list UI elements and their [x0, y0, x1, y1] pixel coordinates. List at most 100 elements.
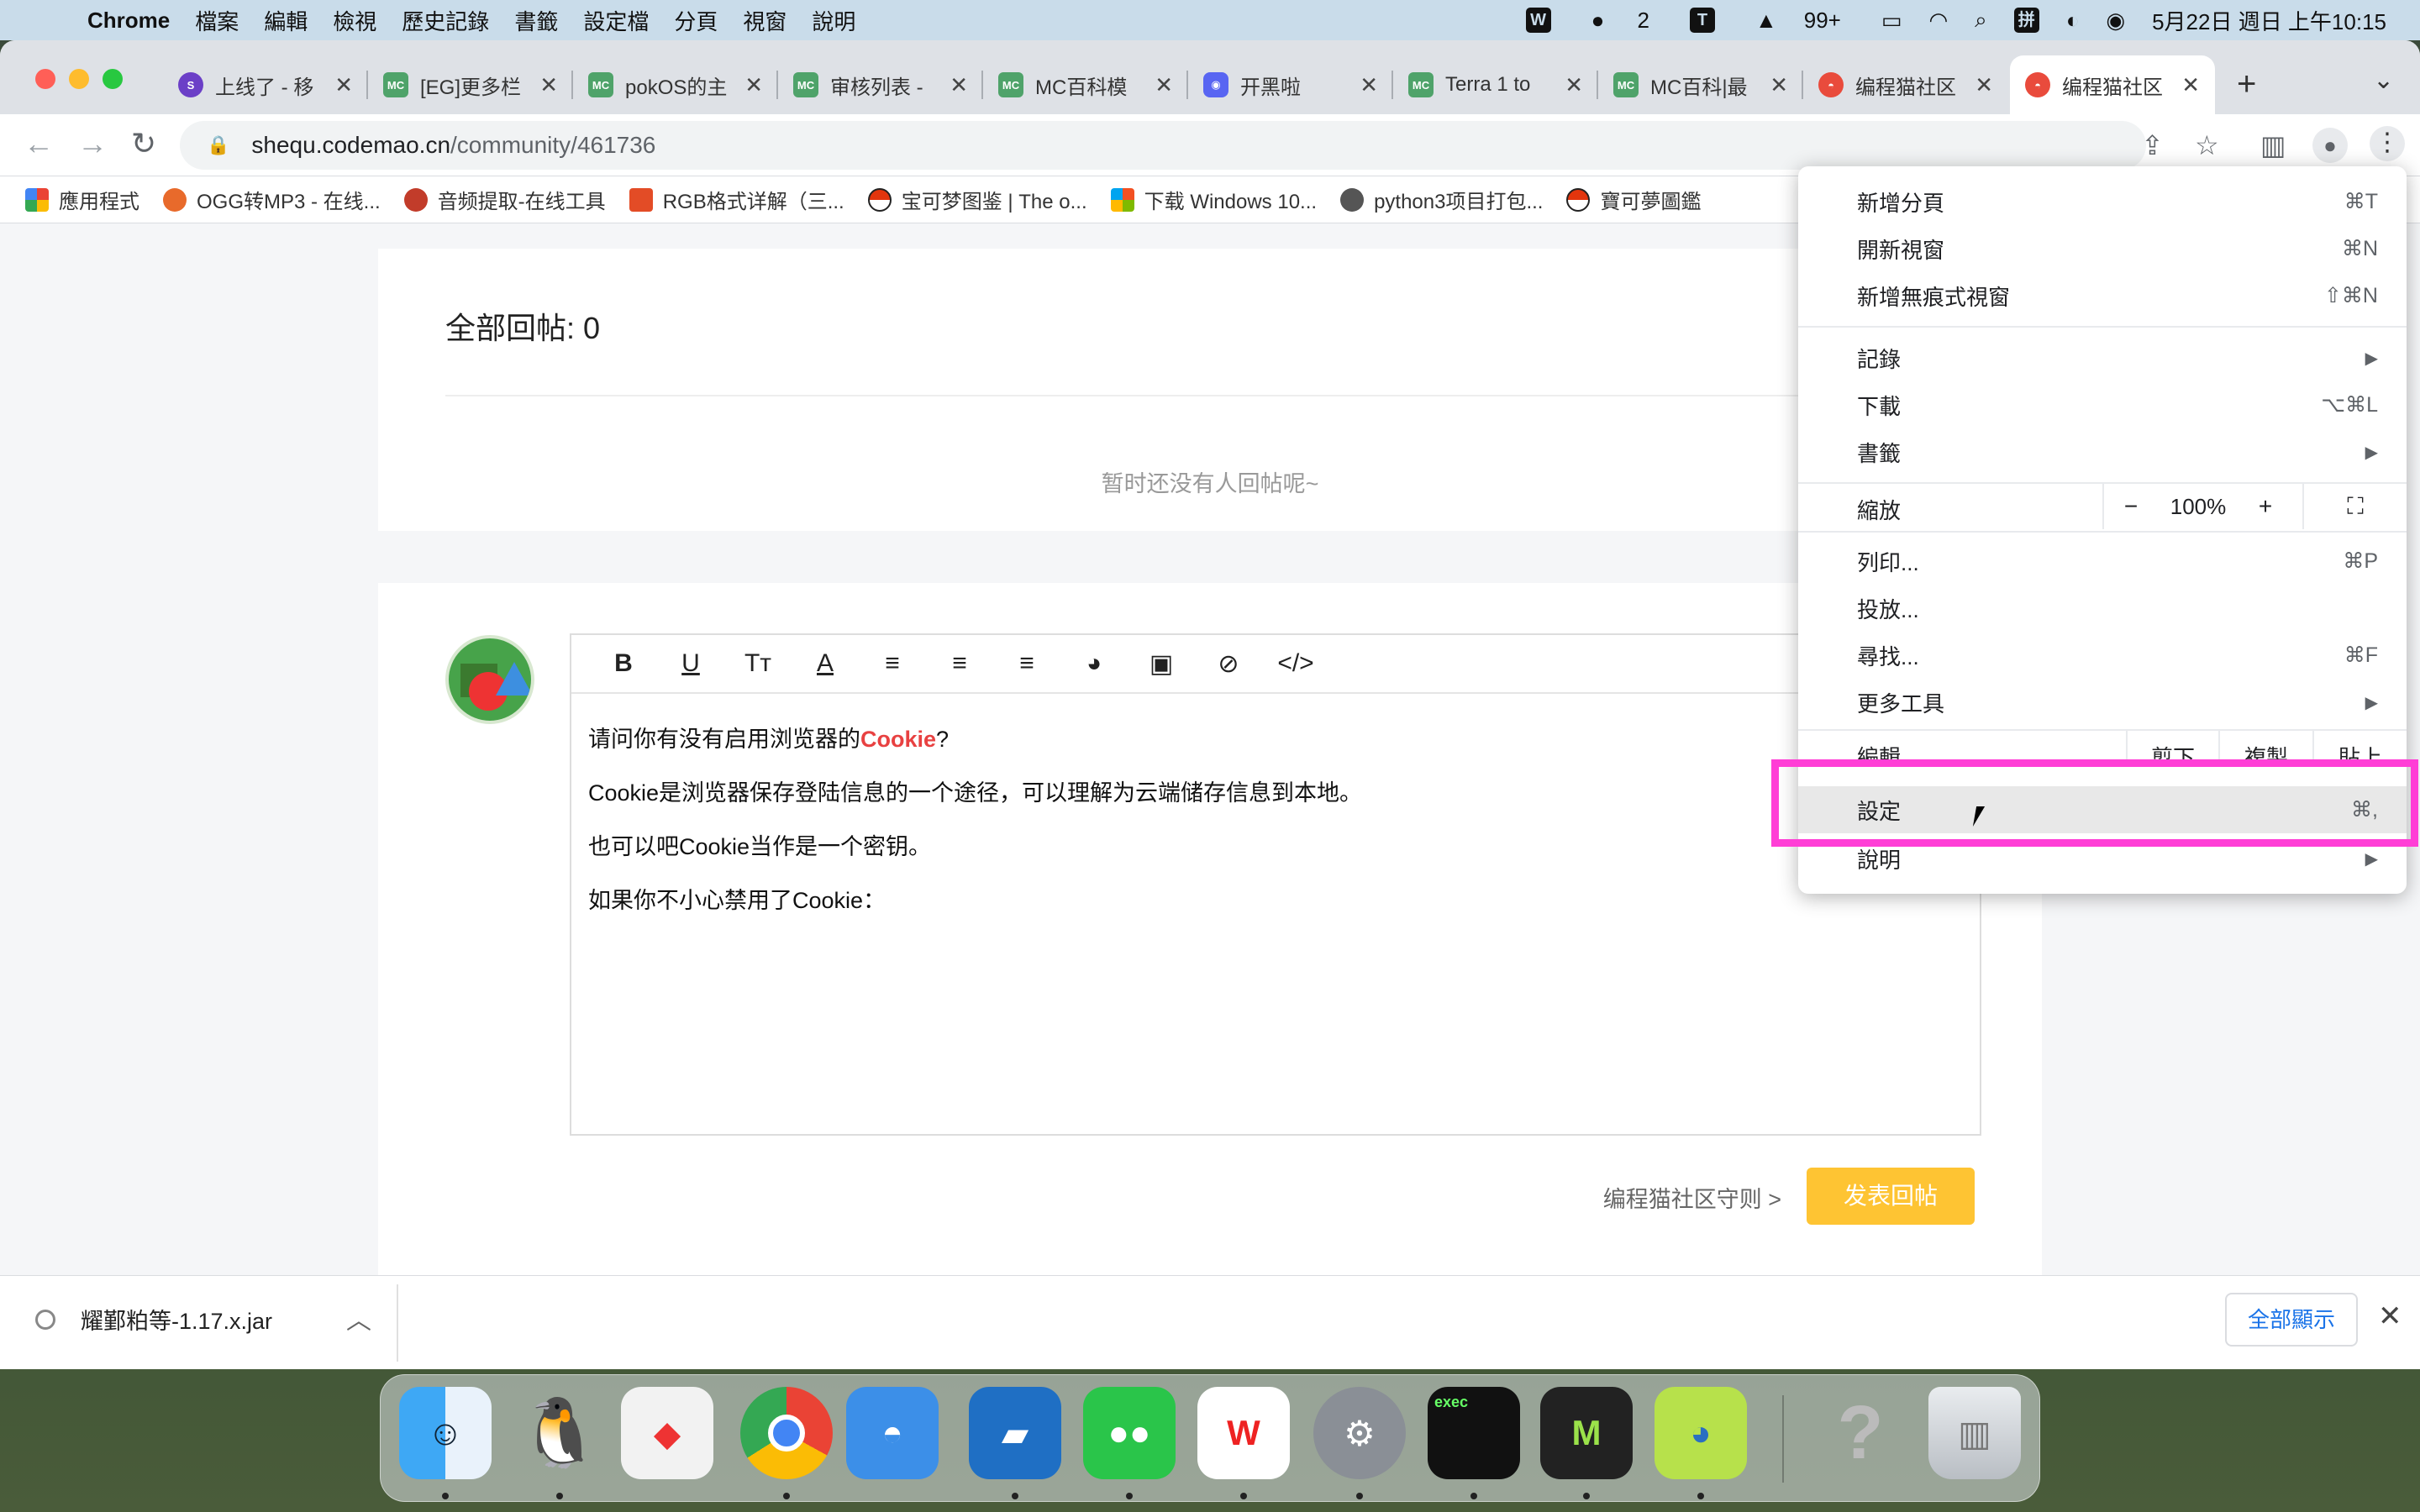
tab-close-icon[interactable]: ✕	[744, 72, 763, 98]
tab-close-icon[interactable]: ✕	[1565, 72, 1583, 98]
bookmark-item[interactable]: 應用程式	[25, 185, 139, 214]
menu-find[interactable]: 尋找... ⌘F	[1798, 632, 2407, 679]
forward-arrow-icon[interactable]: →	[77, 126, 108, 161]
window-minimize-button[interactable]	[69, 69, 89, 89]
tab-close-icon[interactable]: ✕	[334, 72, 353, 98]
tab[interactable]: MC Terra 1 to ✕	[1393, 55, 1598, 114]
siri-icon[interactable]: ◉	[2106, 8, 2125, 34]
wechat-app-icon[interactable]: ●●	[1083, 1387, 1176, 1479]
download-item[interactable]: 耀鄞粕等-1.17.x.jar	[35, 1303, 272, 1336]
menu-edit[interactable]: 編輯	[264, 5, 308, 36]
bookmark-item[interactable]: python3项目打包...	[1340, 185, 1543, 214]
question-mark-icon[interactable]: ?	[1814, 1387, 1907, 1479]
bookmark-item[interactable]: OGG转MP3 - 在线...	[163, 185, 381, 214]
align-right-icon[interactable]: ≡	[993, 649, 1060, 678]
menu-print[interactable]: 列印... ⌘P	[1798, 538, 2407, 585]
tab-close-icon[interactable]: ✕	[1975, 72, 1993, 98]
menu-new-incognito[interactable]: 新增無痕式視窗 ⇧⌘N	[1798, 272, 2407, 319]
share-icon[interactable]: ⇪	[2141, 129, 2164, 161]
testflight-like-icon[interactable]: ▰	[969, 1387, 1061, 1479]
wps-app-icon[interactable]: W	[1197, 1387, 1290, 1479]
address-bar[interactable]: 🔒 shequ.codemao.cn/community/461736	[180, 121, 2146, 170]
align-left-icon[interactable]: ≡	[859, 649, 926, 678]
menu-history[interactable]: 記錄 ▶	[1798, 334, 2407, 381]
battery-icon[interactable]: ▭	[1881, 8, 1902, 34]
editor-content[interactable]: 请问你有没有启用浏览器的Cookie? Cookie是浏览器保存登陆信息的一个途…	[571, 694, 1980, 946]
bookmark-item[interactable]: 寶可夢圖鑑	[1566, 185, 1701, 214]
menu-profiles[interactable]: 設定檔	[583, 5, 649, 36]
menu-cast[interactable]: 投放...	[1798, 585, 2407, 632]
fullscreen-icon[interactable]: ⛶	[2302, 484, 2407, 529]
typora-icon[interactable]: T	[1690, 8, 1716, 33]
tab-close-icon[interactable]: ✕	[950, 72, 968, 98]
chevron-up-icon[interactable]: ︿	[346, 1299, 371, 1336]
qq-app-icon[interactable]: 🐧	[513, 1387, 606, 1479]
user-avatar[interactable]	[445, 635, 534, 724]
bookmark-star-icon[interactable]: ☆	[2195, 129, 2219, 161]
spotlight-search-icon[interactable]: ⌕	[1975, 7, 1987, 34]
zoom-out-button[interactable]: −	[2104, 493, 2158, 520]
codemao-kitten-icon[interactable]: ◕	[1655, 1387, 1747, 1479]
underline-icon[interactable]: U	[657, 649, 724, 678]
tab-close-icon[interactable]: ✕	[1360, 72, 1378, 98]
zoom-in-button[interactable]: +	[2238, 493, 2292, 520]
tab-close-icon[interactable]: ✕	[2181, 72, 2200, 98]
system-preferences-gear-icon[interactable]: ⚙	[1313, 1387, 1406, 1479]
bookmark-item[interactable]: 音频提取-在线工具	[403, 185, 606, 214]
new-tab-plus-icon[interactable]: +	[2237, 66, 2256, 103]
tab-active[interactable]: ◓ 编程猫社区 ✕	[2010, 55, 2215, 114]
menu-bookmarks[interactable]: 書籤 ▶	[1798, 428, 2407, 475]
show-all-downloads-button[interactable]: 全部顯示	[2225, 1293, 2358, 1347]
side-panel-icon[interactable]: ▥	[2260, 129, 2286, 161]
java-duke-icon[interactable]: ◆	[621, 1387, 713, 1479]
bold-icon[interactable]: B	[590, 649, 657, 678]
wps-icon[interactable]: W	[1525, 8, 1551, 33]
wifi-icon[interactable]: ◠	[1928, 8, 1948, 34]
code-icon[interactable]: </>	[1262, 649, 1329, 678]
menu-window[interactable]: 視窗	[743, 5, 786, 36]
mcreator-icon[interactable]: M	[1540, 1387, 1633, 1479]
image-icon[interactable]: ▣	[1128, 649, 1195, 679]
menu-new-window[interactable]: 開新視窗 ⌘N	[1798, 225, 2407, 272]
tab-close-icon[interactable]: ✕	[539, 72, 558, 98]
emoji-cat-icon[interactable]: ◕	[1060, 649, 1128, 678]
menu-app-chrome[interactable]: Chrome	[87, 8, 170, 34]
menu-help[interactable]: 說明	[812, 5, 855, 36]
tab[interactable]: MC MC百科模 ✕	[983, 55, 1188, 114]
font-color-icon[interactable]: A	[792, 649, 859, 678]
reload-icon[interactable]: ↻	[131, 126, 156, 161]
copy-button[interactable]: 複製	[2218, 731, 2312, 763]
window-zoom-button[interactable]	[103, 69, 123, 89]
community-rules-link[interactable]: 编程猫社区守则 >	[1603, 1181, 1781, 1214]
input-method-icon[interactable]: 拼	[2013, 8, 2039, 33]
menubar-clock[interactable]: 5月22日 週日 上午10:15	[2152, 5, 2386, 36]
tab-close-icon[interactable]: ✕	[1770, 72, 1788, 98]
qq-status[interactable]: ▲ 99+	[1742, 8, 1854, 34]
bookmark-item[interactable]: 宝可梦图鉴 | The o...	[867, 185, 1087, 214]
font-size-icon[interactable]: Tт	[724, 649, 792, 678]
tab[interactable]: ◉ 开黑啦 ✕	[1188, 55, 1393, 114]
chrome-app-icon[interactable]	[740, 1387, 833, 1479]
tab[interactable]: S 上线了 - 移 ✕	[163, 55, 368, 114]
menu-file[interactable]: 檔案	[195, 5, 239, 36]
menu-tab[interactable]: 分頁	[674, 5, 718, 36]
back-arrow-icon[interactable]: ←	[24, 126, 54, 161]
wechat-status[interactable]: ● 2	[1578, 8, 1663, 34]
tab[interactable]: MC 审核列表 - ✕	[778, 55, 983, 114]
close-icon[interactable]: ✕	[2378, 1299, 2402, 1333]
menu-downloads[interactable]: 下載 ⌥⌘L	[1798, 381, 2407, 428]
cut-button[interactable]: 剪下	[2126, 731, 2218, 763]
profile-avatar-icon[interactable]: ●	[2312, 128, 2348, 163]
menu-more-tools[interactable]: 更多工具 ▶	[1798, 679, 2407, 726]
menu-view[interactable]: 檢視	[333, 5, 376, 36]
tab[interactable]: MC pokOS的主 ✕	[573, 55, 778, 114]
submit-reply-button[interactable]: 发表回帖	[1807, 1168, 1975, 1225]
tab[interactable]: MC MC百科|最 ✕	[1598, 55, 1803, 114]
control-center-icon[interactable]: ◐	[2066, 8, 2080, 34]
menu-history[interactable]: 歷史記錄	[402, 5, 489, 36]
codemao-app-icon[interactable]: ◓	[846, 1387, 939, 1479]
bookmark-item[interactable]: RGB格式详解（三...	[629, 185, 844, 214]
lock-icon[interactable]: 🔒	[207, 134, 229, 156]
tab-search-chevron-icon[interactable]: ⌄	[2373, 66, 2394, 95]
menu-bookmarks[interactable]: 書籤	[514, 5, 558, 36]
